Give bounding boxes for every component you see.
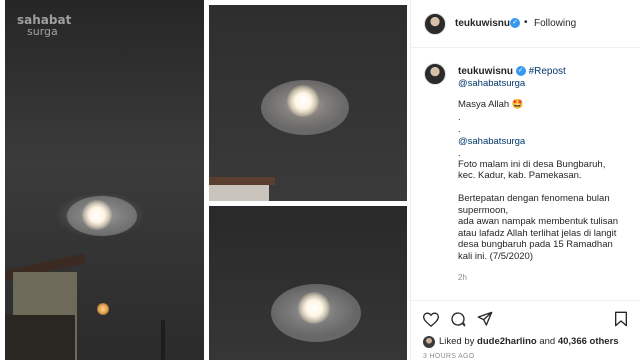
avatar[interactable] xyxy=(424,13,446,35)
moon-glow xyxy=(287,85,319,117)
caption-line: Bertepatan dengan fenomena bulan xyxy=(458,193,610,204)
street-lamp xyxy=(97,303,109,315)
watermark-logo: sahabat surga xyxy=(17,14,71,38)
header-username[interactable]: teukuwisnu xyxy=(455,18,510,29)
heart-icon[interactable] xyxy=(422,310,440,328)
header-separator: • xyxy=(524,17,528,28)
house-wall xyxy=(209,185,269,201)
caption-line: Masya Allah 🤩 xyxy=(458,99,524,110)
caption-line: supermoon, xyxy=(458,205,509,216)
avatar[interactable] xyxy=(423,336,435,348)
caption-line: Foto malam ini di desa Bungbaruh, xyxy=(458,159,606,170)
post-header: teukuwisnu ✓ • Following xyxy=(411,0,640,48)
verified-badge-icon: ✓ xyxy=(510,18,520,28)
caption: teukuwisnu ✓ #Repost @sahabatsurga Masya… xyxy=(411,58,640,298)
watermark-sub: surga xyxy=(27,25,58,38)
caption-username[interactable]: teukuwisnu xyxy=(458,66,513,77)
following-button[interactable]: Following xyxy=(534,18,576,29)
utility-pole xyxy=(161,320,165,360)
likes-connector: and xyxy=(539,336,556,347)
likes-summary: Liked by dude2harlino and 40,366 others xyxy=(439,336,619,347)
caption-line: kali ini. (7/5/2020) xyxy=(458,251,533,262)
likes-prefix: Liked by xyxy=(439,336,475,347)
post-side-panel: teukuwisnu ✓ • Following teukuwisnu ✓ #R… xyxy=(410,0,640,360)
house-wall-dark xyxy=(5,315,75,360)
first-liker-link[interactable]: dude2harlino xyxy=(477,336,537,347)
repost-hashtag[interactable]: #Repost xyxy=(529,66,566,77)
verified-badge-icon: ✓ xyxy=(515,66,526,77)
caption-timestamp: 2h xyxy=(458,273,467,282)
caption-line: atau lafadz Allah terlihat jelas di lang… xyxy=(458,228,617,239)
caption-line: ada awan nampak membentuk tulisan xyxy=(458,216,619,227)
photo-left[interactable]: sahabat surga xyxy=(5,0,204,360)
photo-top-right[interactable] xyxy=(209,5,407,201)
photo-bottom-right[interactable] xyxy=(209,206,407,360)
caption-line: . xyxy=(458,148,461,159)
action-bar: Liked by dude2harlino and 40,366 others … xyxy=(411,300,640,360)
avatar[interactable] xyxy=(424,63,446,85)
house-roof xyxy=(209,177,275,185)
caption-header: teukuwisnu ✓ #Repost xyxy=(458,66,566,77)
moon-glow xyxy=(82,200,112,230)
likes-count-link[interactable]: 40,366 others xyxy=(558,336,619,347)
post-media[interactable]: sahabat surga xyxy=(0,0,410,360)
caption-line: kec. Kadur, kab. Pamekasan. xyxy=(458,170,582,181)
mention-link[interactable]: @sahabatsurga xyxy=(458,136,525,147)
comment-icon[interactable] xyxy=(449,310,467,328)
caption-line: desa bungbaruh pada 15 Ramadhan xyxy=(458,239,613,250)
moon-glow xyxy=(298,292,330,324)
post-timestamp: 3 HOURS AGO xyxy=(423,353,475,360)
mention-link[interactable]: @sahabatsurga xyxy=(458,78,525,89)
caption-line: . xyxy=(458,124,461,135)
bookmark-icon[interactable] xyxy=(612,310,630,328)
share-icon[interactable] xyxy=(476,310,494,328)
caption-line: . xyxy=(458,112,461,123)
